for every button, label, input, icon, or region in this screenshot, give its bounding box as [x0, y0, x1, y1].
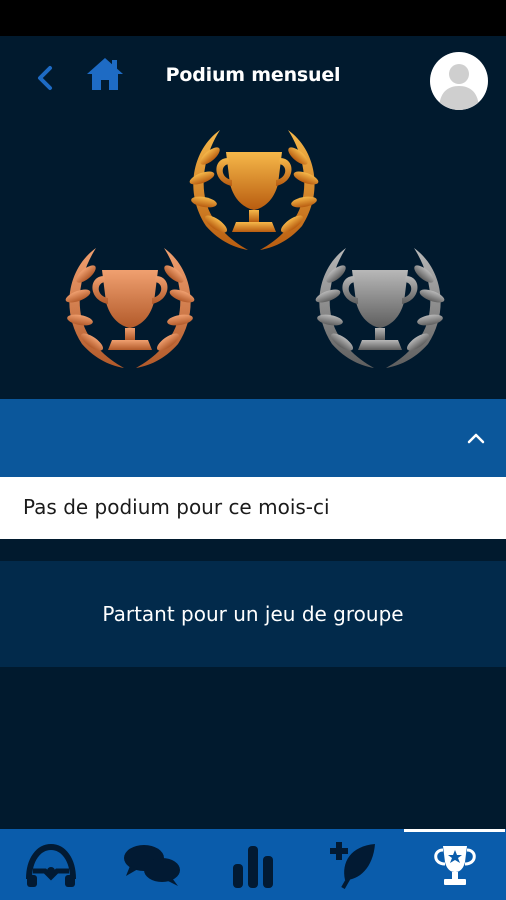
- collapse-button[interactable]: [462, 426, 490, 450]
- podium-display: [0, 116, 506, 399]
- empty-podium-message: Pas de podium pour ce mois-ci: [23, 495, 330, 519]
- chevron-up-icon: [467, 433, 485, 444]
- user-avatar-icon: [439, 64, 479, 110]
- podium-accordion-header[interactable]: [0, 399, 506, 477]
- nav-item-chat[interactable]: [101, 829, 202, 900]
- nav-item-driving[interactable]: [0, 829, 101, 900]
- nav-item-trophy[interactable]: [404, 829, 505, 900]
- bar-chart-icon: [232, 845, 273, 888]
- status-bar: [0, 0, 506, 36]
- chat-bubbles-icon: [123, 844, 180, 886]
- podium-empty-panel: Pas de podium pour ce mois-ci: [0, 477, 506, 539]
- app-bar: Podium mensuel: [0, 36, 506, 116]
- bottom-nav: [0, 829, 506, 900]
- nav-item-stats[interactable]: [202, 829, 303, 900]
- group-game-button[interactable]: Partant pour un jeu de groupe: [0, 561, 506, 667]
- profile-avatar-button[interactable]: [430, 52, 488, 110]
- silver-trophy-icon: [315, 248, 445, 368]
- bronze-trophy-icon: [65, 248, 195, 368]
- steering-wheel-icon: [25, 843, 76, 887]
- trophy-star-icon: [433, 845, 476, 885]
- leaf-plus-icon: [329, 841, 375, 889]
- nav-item-eco[interactable]: [303, 829, 404, 900]
